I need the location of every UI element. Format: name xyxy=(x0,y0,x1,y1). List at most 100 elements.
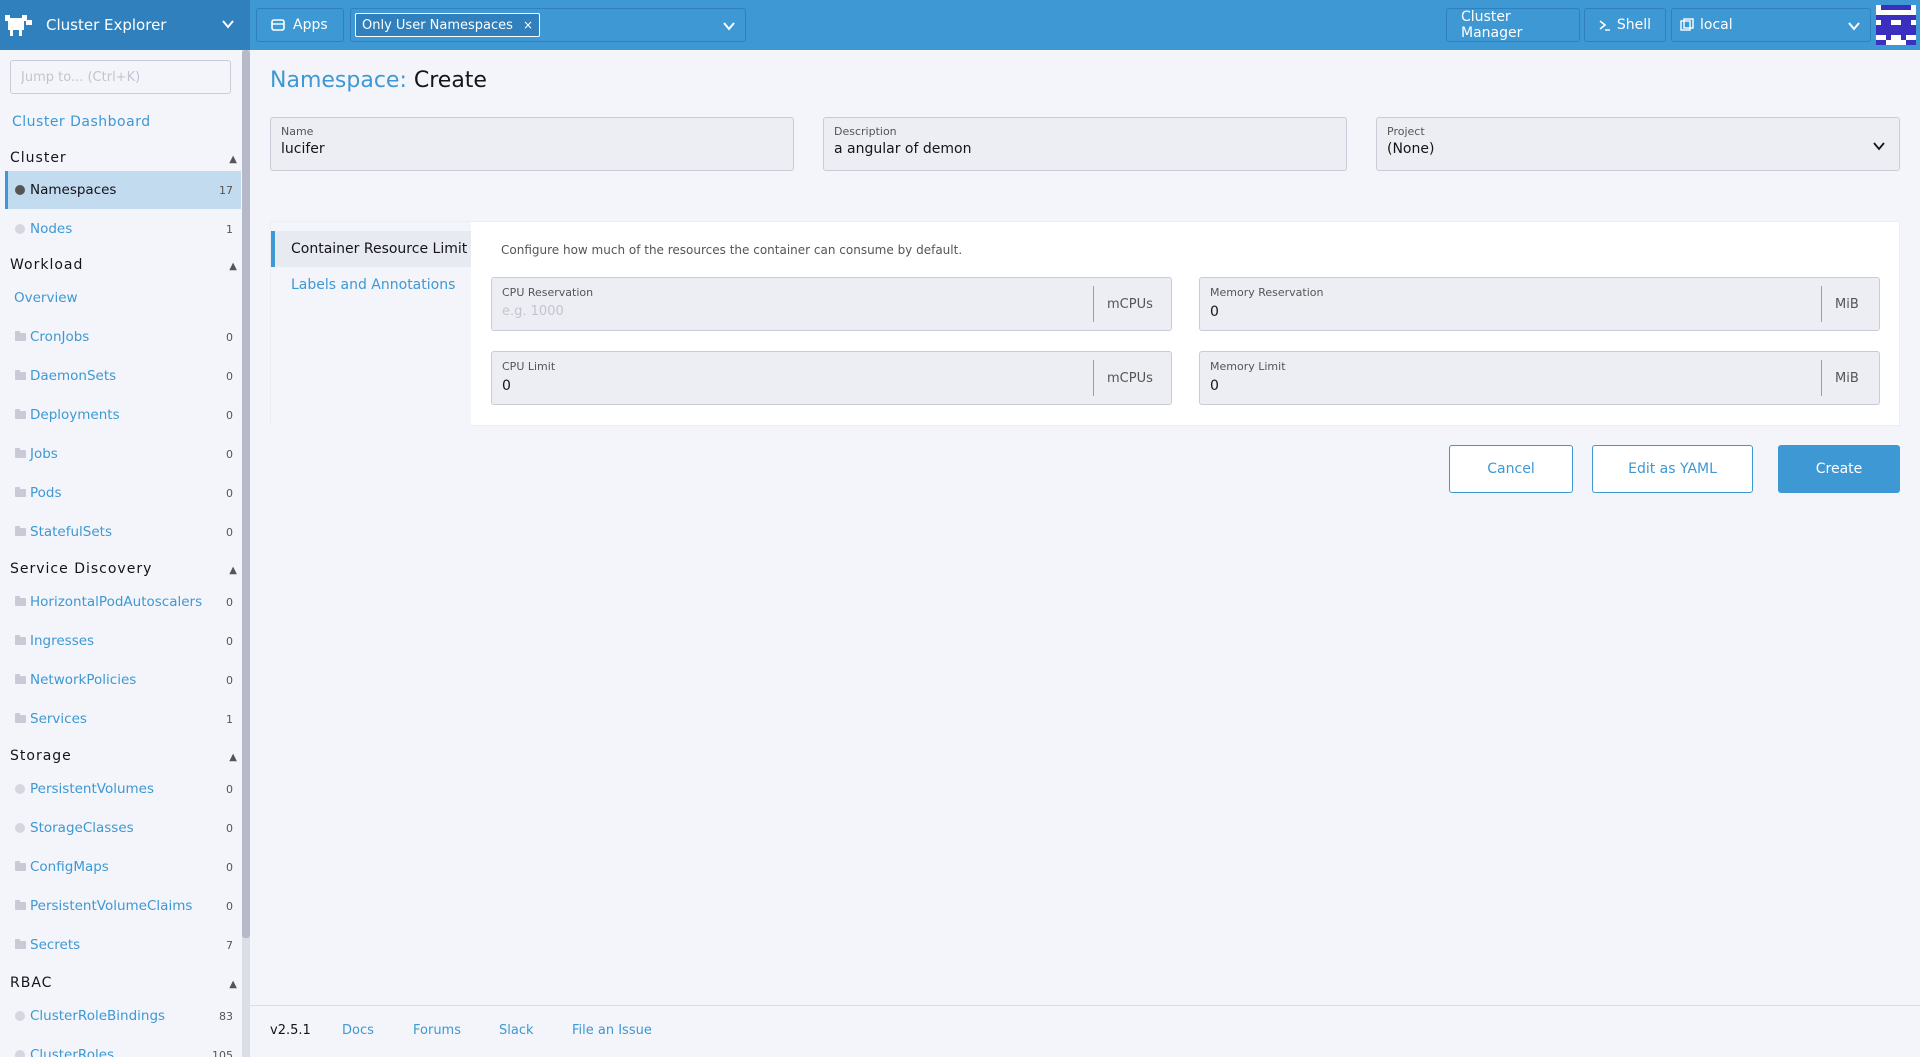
sidebar: Cluster Dashboard Cluster ▲ Namespaces 1… xyxy=(0,50,250,1057)
sidebar-item-networkpolicies[interactable]: NetworkPolicies 0 xyxy=(5,661,241,699)
circle-icon xyxy=(14,184,26,196)
sidebar-item-persistentvolumes[interactable]: PersistentVolumes 0 xyxy=(5,770,241,808)
sidebar-item-services[interactable]: Services 1 xyxy=(5,700,241,738)
sidebar-item-storageclasses[interactable]: StorageClasses 0 xyxy=(5,809,241,847)
group-rbac[interactable]: RBAC ▲ xyxy=(10,975,238,991)
name-field[interactable]: Name lucifer xyxy=(270,117,794,171)
sidebar-item-cronjobs[interactable]: CronJobs 0 xyxy=(5,318,241,356)
count-badge: 7 xyxy=(226,938,233,952)
memory-reservation-unit: MiB xyxy=(1821,286,1879,322)
circle-icon xyxy=(14,1049,26,1057)
project-select[interactable]: Project (None) xyxy=(1376,117,1900,171)
group-cluster-label: Cluster xyxy=(10,150,67,166)
sidebar-item-hpa[interactable]: HorizontalPodAutoscalers 0 xyxy=(5,583,241,621)
sidebar-item-namespaces[interactable]: Namespaces 17 xyxy=(5,171,241,209)
count-badge: 0 xyxy=(226,408,233,422)
sidebar-item-pods[interactable]: Pods 0 xyxy=(5,474,241,512)
chevron-down-icon[interactable] xyxy=(721,18,737,38)
sidebar-item-label: Secrets xyxy=(30,937,81,953)
sidebar-item-clusterrolebindings[interactable]: ClusterRoleBindings 83 xyxy=(5,997,241,1035)
group-cluster[interactable]: Cluster ▲ xyxy=(10,150,238,166)
sidebar-scrollbar[interactable] xyxy=(242,50,250,1057)
folder-icon xyxy=(14,939,26,951)
close-icon[interactable]: × xyxy=(523,18,533,32)
project-select-value[interactable]: (None) xyxy=(1387,141,1889,157)
memory-reservation-field[interactable]: Memory Reservation 0 MiB xyxy=(1199,277,1880,331)
top-header: Cluster Explorer Apps Only User Namespac… xyxy=(0,0,1920,50)
memory-limit-field[interactable]: Memory Limit 0 MiB xyxy=(1199,351,1880,405)
count-badge: 83 xyxy=(219,1009,233,1023)
description-field[interactable]: Description a angular of demon xyxy=(823,117,1347,171)
sidebar-item-deployments[interactable]: Deployments 0 xyxy=(5,396,241,434)
sidebar-item-daemonsets[interactable]: DaemonSets 0 xyxy=(5,357,241,395)
forums-link[interactable]: Forums xyxy=(413,1023,461,1038)
memory-reservation-input[interactable]: 0 xyxy=(1210,304,1219,320)
tab-body: Configure how much of the resources the … xyxy=(471,222,1901,427)
folder-icon xyxy=(14,674,26,686)
count-badge: 0 xyxy=(226,899,233,913)
circle-icon xyxy=(14,783,26,795)
cluster-manager-button[interactable]: Cluster Manager xyxy=(1446,8,1580,42)
caret-up-icon: ▲ xyxy=(229,154,238,165)
cpu-limit-field[interactable]: CPU Limit 0 mCPUs xyxy=(491,351,1172,405)
sidebar-item-secrets[interactable]: Secrets 7 xyxy=(5,926,241,964)
tab-container-resource-limit[interactable]: Container Resource Limit xyxy=(271,231,471,267)
group-rbac-label: RBAC xyxy=(10,975,53,991)
sidebar-item-jobs[interactable]: Jobs 0 xyxy=(5,435,241,473)
description-field-value[interactable]: a angular of demon xyxy=(834,141,1336,157)
create-button[interactable]: Create xyxy=(1778,445,1900,493)
sidebar-item-overview[interactable]: Overview xyxy=(5,279,241,317)
cpu-reservation-input[interactable]: e.g. 1000 xyxy=(502,304,564,319)
cluster-icon xyxy=(1680,18,1694,32)
sidebar-item-nodes[interactable]: Nodes 1 xyxy=(5,210,241,248)
count-badge: 0 xyxy=(226,486,233,500)
caret-up-icon: ▲ xyxy=(229,565,238,576)
count-badge: 0 xyxy=(226,860,233,874)
sidebar-item-statefulsets[interactable]: StatefulSets 0 xyxy=(5,513,241,551)
cluster-select[interactable]: local xyxy=(1671,8,1871,42)
file-issue-link[interactable]: File an Issue xyxy=(572,1023,652,1038)
count-badge: 0 xyxy=(226,330,233,344)
cancel-button[interactable]: Cancel xyxy=(1449,445,1573,493)
sidebar-item-label: Deployments xyxy=(30,407,120,423)
chevron-down-icon[interactable] xyxy=(1871,138,1887,158)
sidebar-item-ingresses[interactable]: Ingresses 0 xyxy=(5,622,241,660)
cpu-limit-input[interactable]: 0 xyxy=(502,378,511,394)
page-title: Namespace: Create xyxy=(270,68,487,93)
name-field-value[interactable]: lucifer xyxy=(281,141,783,157)
cpu-reservation-field[interactable]: CPU Reservation e.g. 1000 mCPUs xyxy=(491,277,1172,331)
sidebar-item-label: StatefulSets xyxy=(30,524,112,540)
tab-labels-and-annotations[interactable]: Labels and Annotations xyxy=(271,267,471,303)
group-workload[interactable]: Workload ▲ xyxy=(10,257,238,273)
page-title-kind[interactable]: Namespace: xyxy=(270,68,407,93)
slack-link[interactable]: Slack xyxy=(499,1023,534,1038)
namespace-filter-chip[interactable]: Only User Namespaces × xyxy=(355,13,540,37)
cpu-reservation-label: CPU Reservation xyxy=(502,286,594,299)
group-service-discovery[interactable]: Service Discovery ▲ xyxy=(10,561,238,577)
count-badge: 105 xyxy=(212,1048,233,1057)
cluster-dashboard-link[interactable]: Cluster Dashboard xyxy=(12,114,151,130)
group-storage[interactable]: Storage ▲ xyxy=(10,748,238,764)
folder-icon xyxy=(14,861,26,873)
avatar-icon[interactable] xyxy=(1876,5,1916,45)
namespace-filter[interactable]: Only User Namespaces × xyxy=(350,8,746,42)
count-badge: 0 xyxy=(226,673,233,687)
sidebar-item-configmaps[interactable]: ConfigMaps 0 xyxy=(5,848,241,886)
docs-link[interactable]: Docs xyxy=(342,1023,374,1038)
sidebar-scrollbar-thumb[interactable] xyxy=(242,50,250,938)
apps-button[interactable]: Apps xyxy=(256,8,344,42)
memory-limit-input[interactable]: 0 xyxy=(1210,378,1219,394)
tab-list: Container Resource Limit Labels and Anno… xyxy=(271,222,471,427)
edit-as-yaml-button[interactable]: Edit as YAML xyxy=(1592,445,1753,493)
sidebar-item-label: ClusterRoles xyxy=(30,1047,115,1057)
group-storage-label: Storage xyxy=(10,748,72,764)
count-badge: 1 xyxy=(226,712,233,726)
product-switcher[interactable]: Cluster Explorer xyxy=(0,0,250,50)
sidebar-item-clusterroles[interactable]: ClusterRoles 105 xyxy=(5,1036,241,1057)
shell-button[interactable]: Shell xyxy=(1584,8,1666,42)
folder-icon xyxy=(14,448,26,460)
folder-icon xyxy=(14,487,26,499)
jump-to-search-input[interactable] xyxy=(10,60,231,94)
sidebar-item-pvc[interactable]: PersistentVolumeClaims 0 xyxy=(5,887,241,925)
cpu-limit-label: CPU Limit xyxy=(502,360,556,373)
